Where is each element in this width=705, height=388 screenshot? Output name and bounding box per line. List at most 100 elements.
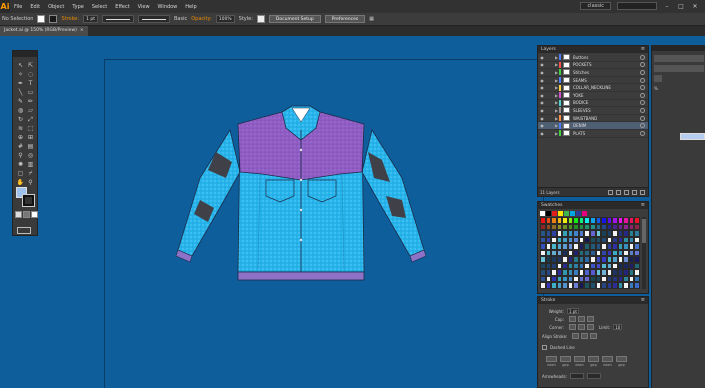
close-button[interactable]: ✕: [691, 3, 699, 10]
stroke-panel-header[interactable]: Stroke ≡: [538, 297, 648, 304]
preferences-button[interactable]: Preferences: [324, 15, 366, 23]
tools-panel-header[interactable]: [13, 51, 37, 57]
slice-tool-icon[interactable]: ⌿: [26, 169, 35, 178]
swatches-scrollbar[interactable]: [642, 217, 646, 289]
layer-row[interactable]: ◉ ▶ PLATS: [538, 130, 648, 138]
visibility-eye-icon[interactable]: ◉: [538, 93, 546, 98]
visibility-eye-icon[interactable]: ◉: [538, 100, 546, 105]
jacket-illustration[interactable]: [170, 100, 432, 286]
swatch[interactable]: [582, 211, 587, 216]
swatch[interactable]: [540, 211, 545, 216]
close-tab-icon[interactable]: ×: [80, 26, 84, 36]
perspective-grid-tool-icon[interactable]: ⊞: [26, 133, 35, 142]
fill-swatch[interactable]: [37, 15, 46, 23]
document-setup-button[interactable]: Document Setup: [268, 15, 321, 23]
layer-row[interactable]: ◉ ▶ SEAMS: [538, 77, 648, 85]
free-transform-tool-icon[interactable]: ⬚: [26, 124, 35, 133]
pencil-tool-icon[interactable]: ✏: [26, 97, 35, 106]
graphic-style-swatch[interactable]: [256, 15, 265, 23]
visibility-eye-icon[interactable]: ◉: [538, 78, 546, 83]
target-circle-icon[interactable]: [640, 54, 645, 60]
layer-row[interactable]: ◉ ▶ WAISTBAND: [538, 115, 648, 123]
visibility-eye-icon[interactable]: ◉: [538, 70, 546, 75]
type-tool-icon[interactable]: T: [26, 79, 35, 88]
new-layer-icon[interactable]: [632, 190, 637, 195]
maximize-button[interactable]: □: [677, 3, 685, 10]
lasso-tool-icon[interactable]: ◌: [26, 70, 35, 79]
workspace-switcher[interactable]: classic: [580, 2, 611, 10]
arrange-documents-icon[interactable]: ▦: [369, 16, 374, 22]
layer-row[interactable]: ◉ ▶ YOKE: [538, 92, 648, 100]
stroke-weight-field[interactable]: 1 pt: [83, 15, 98, 23]
search-input[interactable]: [617, 2, 657, 10]
round-cap-icon[interactable]: [578, 316, 585, 322]
start-arrowhead-select[interactable]: [570, 373, 585, 379]
menu-window[interactable]: Window: [154, 4, 182, 10]
dash-field[interactable]: [546, 356, 557, 362]
eyedropper-tool-icon[interactable]: ⚲: [16, 151, 25, 160]
color-bar[interactable]: [680, 133, 705, 140]
layer-row[interactable]: ◉ ▶ BODICE: [538, 99, 648, 108]
swatch[interactable]: [564, 211, 569, 216]
bevel-join-icon[interactable]: [587, 324, 594, 330]
magic-wand-tool-icon[interactable]: ✧: [16, 70, 25, 79]
target-circle-icon[interactable]: [640, 115, 645, 121]
document-tab[interactable]: Jacket.ai @ 150% (RGB/Preview) ×: [0, 26, 88, 36]
visibility-eye-icon[interactable]: ◉: [538, 108, 546, 113]
dock-header[interactable]: [652, 45, 705, 51]
target-circle-icon[interactable]: [640, 69, 645, 75]
miter-join-icon[interactable]: [569, 324, 576, 330]
layer-row[interactable]: ◉ ▶ COLLAR_NECKLINE: [538, 84, 648, 92]
artboard-tool-icon[interactable]: ▢: [16, 169, 25, 178]
target-circle-icon[interactable]: [640, 107, 645, 113]
align-center-icon[interactable]: [572, 333, 580, 339]
layer-row[interactable]: ◉ ▶ Buttons: [538, 54, 648, 62]
menu-select[interactable]: Select: [88, 4, 111, 10]
mesh-tool-icon[interactable]: #: [16, 142, 25, 151]
layers-panel-header[interactable]: Layers ≡: [538, 46, 648, 53]
opacity-label[interactable]: Opacity:: [191, 16, 212, 22]
rectangle-tool-icon[interactable]: ▭: [26, 88, 35, 97]
gap-field[interactable]: [560, 356, 571, 362]
menu-help[interactable]: Help: [181, 4, 200, 10]
visibility-eye-icon[interactable]: ◉: [538, 131, 546, 136]
dock-panel-button[interactable]: [654, 55, 704, 62]
layer-row[interactable]: ◉ ▶ SLEEVES: [538, 107, 648, 115]
align-outside-icon[interactable]: [590, 333, 598, 339]
limit-field[interactable]: 10: [613, 324, 623, 330]
hand-tool-icon[interactable]: ✋: [16, 178, 25, 187]
scale-tool-icon[interactable]: ⤢: [26, 115, 35, 124]
stroke-color-swatch[interactable]: [22, 194, 35, 207]
swatch[interactable]: [552, 211, 557, 216]
end-arrowhead-select[interactable]: [587, 373, 602, 379]
visibility-eye-icon[interactable]: ◉: [538, 123, 546, 128]
dock-panel-button[interactable]: [654, 75, 662, 82]
screen-mode-icon[interactable]: [17, 227, 31, 234]
pen-tool-icon[interactable]: ✒: [16, 79, 25, 88]
blob-brush-tool-icon[interactable]: ◍: [16, 106, 25, 115]
line-tool-icon[interactable]: ╲: [16, 88, 25, 97]
dashed-line-checkbox[interactable]: [542, 345, 547, 350]
stroke-label[interactable]: Stroke:: [61, 16, 79, 22]
target-circle-icon[interactable]: [640, 100, 645, 106]
column-graph-tool-icon[interactable]: ▥: [26, 160, 35, 169]
panel-menu-icon[interactable]: ≡: [641, 202, 645, 209]
stroke-swatch[interactable]: [49, 15, 58, 23]
color-mode-icon[interactable]: [15, 211, 22, 218]
width-tool-icon[interactable]: ≋: [16, 124, 25, 133]
layer-row[interactable]: ◉ ▶ DENIM: [538, 122, 648, 130]
minimize-button[interactable]: –: [663, 3, 671, 10]
swatch[interactable]: [546, 211, 551, 216]
selection-tool-icon[interactable]: ↖: [16, 61, 25, 70]
gap-field[interactable]: [588, 356, 599, 362]
dock-panel-button[interactable]: [654, 65, 704, 72]
gradient-mode-icon[interactable]: [23, 211, 30, 218]
menu-type[interactable]: Type: [68, 4, 87, 10]
locate-object-icon[interactable]: [608, 190, 613, 195]
make-clipping-mask-icon[interactable]: [616, 190, 621, 195]
layer-row[interactable]: ◉ ▶ Stitches: [538, 69, 648, 77]
visibility-eye-icon[interactable]: ◉: [538, 55, 546, 60]
visibility-eye-icon[interactable]: ◉: [538, 116, 546, 121]
swatch[interactable]: [576, 211, 581, 216]
swatch[interactable]: [558, 211, 563, 216]
